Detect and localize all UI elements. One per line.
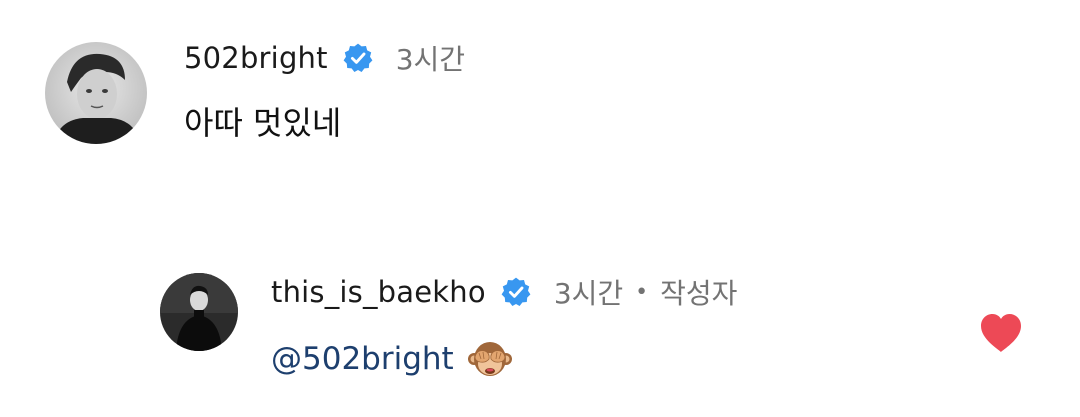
verified-badge-icon [500,276,532,308]
avatar[interactable] [160,273,238,351]
username[interactable]: 502bright [184,41,328,75]
avatar[interactable] [45,42,147,144]
see-no-evil-monkey-emoji-icon [467,337,512,381]
comment-text: 아따 멋있네 [184,104,342,142]
meta-separator: • [635,279,649,305]
username[interactable]: this_is_baekho [271,275,486,309]
reply-meta: this_is_baekho 3시간 • 작성자 [271,272,737,312]
avatar-photo-icon [160,273,238,351]
mention-link[interactable]: @502bright [271,341,454,377]
reply-item: this_is_baekho 3시간 • 작성자 @502bright [0,250,1080,417]
avatar-photo-icon [45,42,147,144]
heart-icon [981,314,1021,352]
reply-timestamp: 3시간 [553,277,624,310]
verified-badge-icon [342,42,374,74]
comment-item: 502bright 3시간 아따 멋있네 [0,0,1080,200]
reply-text: @502bright [271,336,512,382]
author-label: 작성자 [660,277,738,310]
comment-meta: 502bright 3시간 [184,38,465,78]
comment-timestamp: 3시간 [395,43,466,76]
like-button[interactable] [978,312,1024,354]
